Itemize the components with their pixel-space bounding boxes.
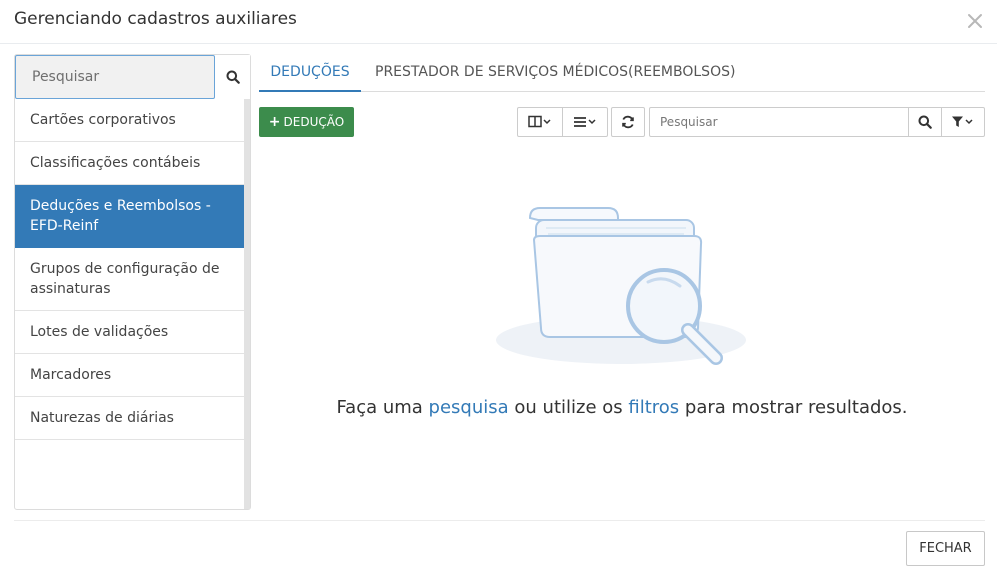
plus-icon: + xyxy=(268,114,281,130)
filters-link[interactable]: filtros xyxy=(628,397,679,418)
sidebar-scrollbar[interactable] xyxy=(244,99,250,509)
grid-search-input[interactable] xyxy=(649,107,909,137)
sidebar-item-marcadores[interactable]: Marcadores xyxy=(15,354,244,397)
search-icon xyxy=(226,70,240,84)
filter-icon xyxy=(952,116,973,127)
columns-toggle-button[interactable] xyxy=(517,107,563,137)
close-modal-button[interactable]: FECHAR xyxy=(906,531,985,566)
sidebar-item-grupos-configuracao[interactable]: Grupos de configuração de assinaturas xyxy=(15,248,244,311)
list-options-button[interactable] xyxy=(562,107,608,137)
close-icon[interactable] xyxy=(966,10,984,30)
empty-text-before: Faça uma xyxy=(336,397,429,418)
search-link[interactable]: pesquisa xyxy=(429,397,509,418)
empty-state-message: Faça uma pesquisa ou utilize os filtros … xyxy=(259,397,985,418)
sidebar-item-cartoes-corporativos[interactable]: Cartões corporativos xyxy=(15,99,244,142)
add-deducao-label: DEDUÇÃO xyxy=(283,115,345,129)
folder-magnifier-icon xyxy=(490,200,752,370)
add-deducao-button[interactable]: + DEDUÇÃO xyxy=(259,107,354,137)
refresh-icon xyxy=(622,115,634,129)
sidebar-item-lotes-validacoes[interactable]: Lotes de validações xyxy=(15,311,244,354)
tab-bar: DEDUÇÕES PRESTADOR DE SERVIÇOS MÉDICOS(R… xyxy=(259,54,985,92)
refresh-button[interactable] xyxy=(611,107,645,137)
search-icon xyxy=(918,115,932,129)
sidebar-search-button[interactable] xyxy=(215,55,250,99)
sidebar-item-naturezas-diarias[interactable]: Naturezas de diárias xyxy=(15,397,244,440)
sidebar-item-deducoes-reembolsos[interactable]: Deduções e Reembolsos - EFD-Reinf xyxy=(15,185,244,248)
empty-text-middle: ou utilize os xyxy=(508,397,629,418)
registry-list: Cartões corporativos Classificações cont… xyxy=(15,99,244,440)
columns-icon xyxy=(528,115,551,128)
filter-button[interactable] xyxy=(941,107,985,137)
modal-header: Gerenciando cadastros auxiliares xyxy=(0,0,997,44)
tab-prestador-servicos-medicos[interactable]: PRESTADOR DE SERVIÇOS MÉDICOS(REEMBOLSOS… xyxy=(375,54,735,92)
tab-deducoes[interactable]: DEDUÇÕES xyxy=(259,54,361,92)
footer-divider xyxy=(14,520,985,521)
modal-title: Gerenciando cadastros auxiliares xyxy=(14,9,297,29)
sidebar-search-input[interactable] xyxy=(15,55,215,99)
sidebar-item-classificacoes-contabeis[interactable]: Classificações contábeis xyxy=(15,142,244,185)
aux-registry-panel: Cartões corporativos Classificações cont… xyxy=(14,54,251,510)
grid-search-button[interactable] xyxy=(908,107,942,137)
empty-text-after: para mostrar resultados. xyxy=(679,397,908,418)
list-icon xyxy=(574,117,596,127)
